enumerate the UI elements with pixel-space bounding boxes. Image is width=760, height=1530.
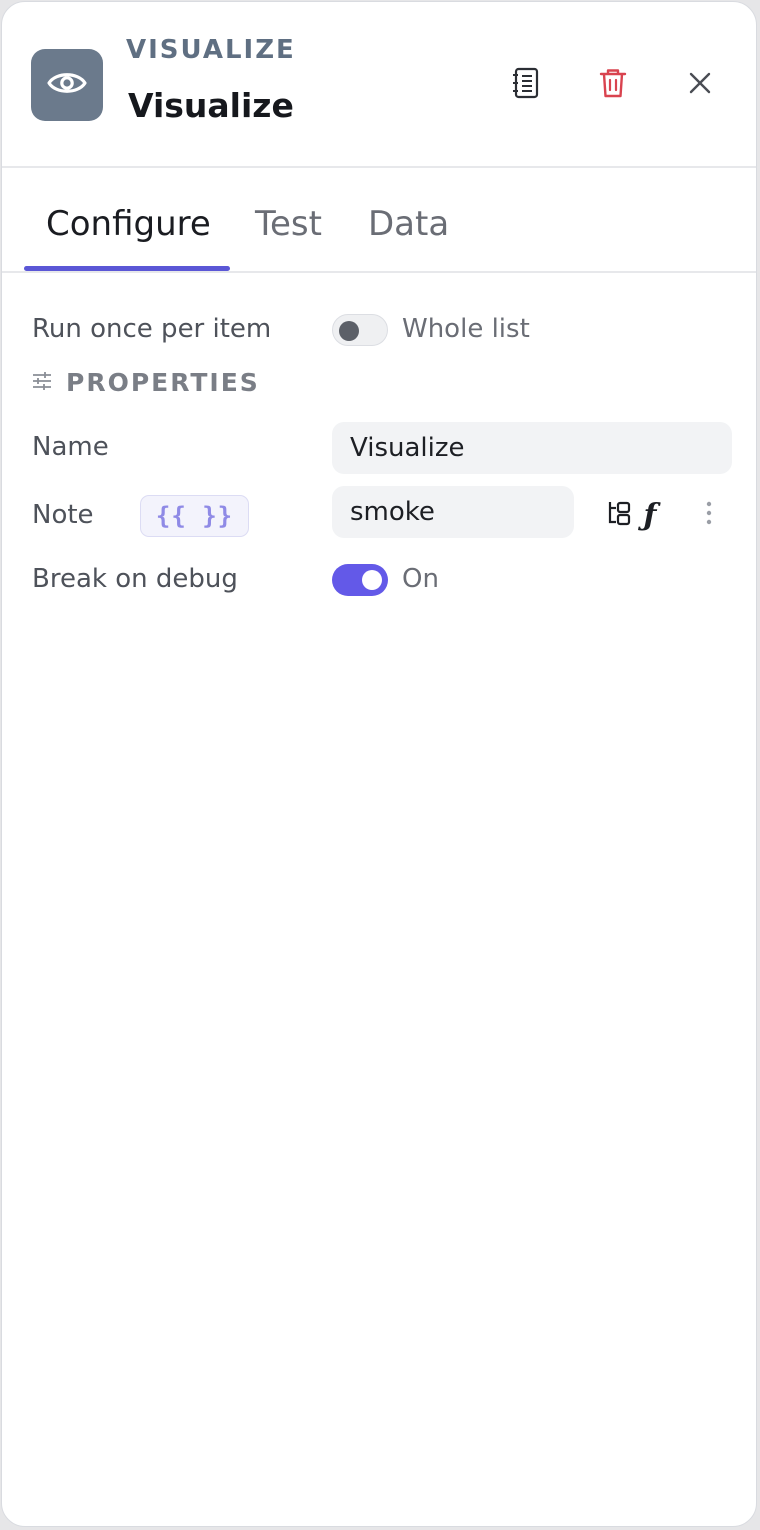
function-icon[interactable]: ƒ bbox=[638, 496, 662, 534]
docs-button[interactable] bbox=[505, 64, 547, 106]
trash-icon bbox=[599, 67, 627, 103]
properties-section-header: PROPERTIES bbox=[32, 368, 260, 397]
break-on-debug-label: Break on debug bbox=[32, 564, 238, 594]
run-once-toggle[interactable] bbox=[332, 314, 388, 346]
break-on-debug-toggle[interactable] bbox=[332, 564, 388, 596]
more-vertical-icon bbox=[706, 501, 712, 529]
name-label: Name bbox=[32, 432, 109, 462]
note-input[interactable] bbox=[332, 486, 574, 538]
close-icon bbox=[688, 71, 712, 99]
tab-test[interactable]: Test bbox=[255, 204, 322, 244]
panel-header: VISUALIZE Visualize bbox=[2, 2, 756, 168]
tab-configure[interactable]: Configure bbox=[46, 204, 211, 244]
properties-title: PROPERTIES bbox=[66, 368, 260, 397]
run-once-toggle-label: Whole list bbox=[402, 314, 530, 344]
close-button[interactable] bbox=[679, 64, 721, 106]
break-on-debug-toggle-label: On bbox=[402, 564, 439, 594]
delete-button[interactable] bbox=[592, 64, 634, 106]
node-settings-panel: VISUALIZE Visualize Configure Test Data … bbox=[1, 1, 757, 1527]
node-icon-tile bbox=[31, 49, 103, 121]
sliders-icon bbox=[32, 371, 52, 394]
toggle-knob bbox=[339, 321, 359, 341]
expression-toggle-badge[interactable]: {{ }} bbox=[140, 495, 249, 537]
node-type-label: VISUALIZE bbox=[126, 35, 296, 65]
run-once-label: Run once per item bbox=[32, 314, 272, 344]
active-tab-indicator bbox=[24, 266, 230, 271]
tab-data[interactable]: Data bbox=[368, 204, 449, 244]
more-options-button[interactable] bbox=[699, 500, 719, 530]
name-input[interactable] bbox=[332, 422, 732, 474]
data-tree-button[interactable] bbox=[604, 500, 634, 530]
note-label: Note bbox=[32, 500, 94, 530]
node-title: Visualize bbox=[128, 86, 294, 125]
tab-bar: Configure Test Data bbox=[2, 168, 756, 273]
toggle-knob bbox=[362, 570, 382, 590]
data-tree-icon bbox=[606, 500, 632, 530]
eye-icon bbox=[47, 69, 87, 101]
notebook-icon bbox=[511, 67, 541, 103]
